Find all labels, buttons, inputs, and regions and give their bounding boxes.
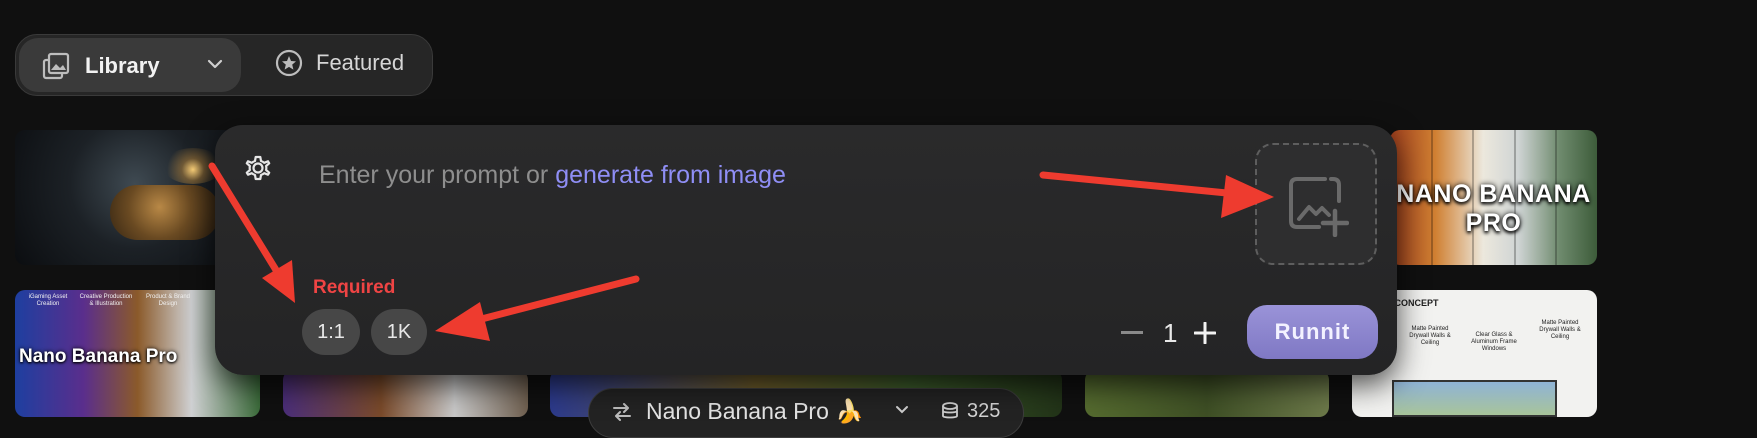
model-selector-bar[interactable]: Nano Banana Pro 🍌 325 bbox=[588, 388, 1024, 438]
credits-count: 325 bbox=[967, 400, 1001, 422]
swap-icon bbox=[613, 403, 631, 421]
resolution-button[interactable]: 1K bbox=[371, 309, 427, 355]
tile-caption: Product & Brand Design bbox=[145, 294, 191, 307]
generate-from-image-link[interactable]: generate from image bbox=[555, 161, 786, 189]
thumbnail-caption: Nano Banana Pro bbox=[19, 346, 178, 367]
tile-caption: iGaming Asset Creation bbox=[28, 294, 68, 307]
increase-quantity-button[interactable] bbox=[1194, 322, 1216, 344]
required-label: Required bbox=[313, 277, 396, 298]
image-gallery-icon bbox=[42, 52, 70, 80]
lamp-glow bbox=[163, 148, 223, 184]
tab-library[interactable]: Library bbox=[19, 38, 241, 92]
gauntlet-image bbox=[110, 185, 220, 240]
gallery-thumbnail[interactable] bbox=[1085, 370, 1329, 417]
annotation-note: Matte Painted Drywall Walls & Ceiling bbox=[1539, 320, 1581, 340]
window-illustration bbox=[1392, 380, 1557, 417]
view-tabs: Library Featured bbox=[15, 34, 433, 96]
image-upload-button[interactable] bbox=[1255, 143, 1377, 265]
thumbnail-caption: NANO BANANA PRO bbox=[1396, 180, 1591, 237]
prompt-card: Enter your prompt or generate from image… bbox=[215, 125, 1397, 375]
tab-library-label: Library bbox=[85, 53, 160, 78]
tab-featured-label: Featured bbox=[316, 50, 405, 75]
chevron-down-icon[interactable] bbox=[207, 58, 223, 70]
quantity-value: 1 bbox=[1163, 318, 1178, 348]
aspect-ratio-button[interactable]: 1:1 bbox=[302, 309, 360, 355]
decrease-quantity-button[interactable] bbox=[1121, 331, 1143, 334]
annotation-note: Matte Painted Drywall Walls & Ceiling bbox=[1409, 326, 1451, 346]
tile-caption: Creative Production & Illustration bbox=[79, 294, 133, 307]
annotation-note: Clear Glass & Aluminum Frame Windows bbox=[1471, 332, 1517, 352]
star-circle-icon bbox=[275, 49, 303, 77]
prompt-input[interactable]: Enter your prompt or generate from image bbox=[319, 161, 786, 190]
prompt-placeholder: Enter your prompt or bbox=[319, 161, 556, 189]
gear-icon[interactable] bbox=[242, 152, 274, 184]
gallery-thumbnail-nano-banana[interactable]: NANO BANANA PRO bbox=[1390, 130, 1597, 265]
add-image-icon bbox=[1289, 177, 1349, 237]
model-name: Nano Banana Pro 🍌 bbox=[646, 398, 864, 424]
runnit-button[interactable]: Runnit bbox=[1247, 305, 1378, 359]
gallery-thumbnail[interactable] bbox=[283, 370, 528, 417]
credits-icon bbox=[942, 402, 958, 419]
chevron-down-icon[interactable] bbox=[895, 405, 909, 415]
